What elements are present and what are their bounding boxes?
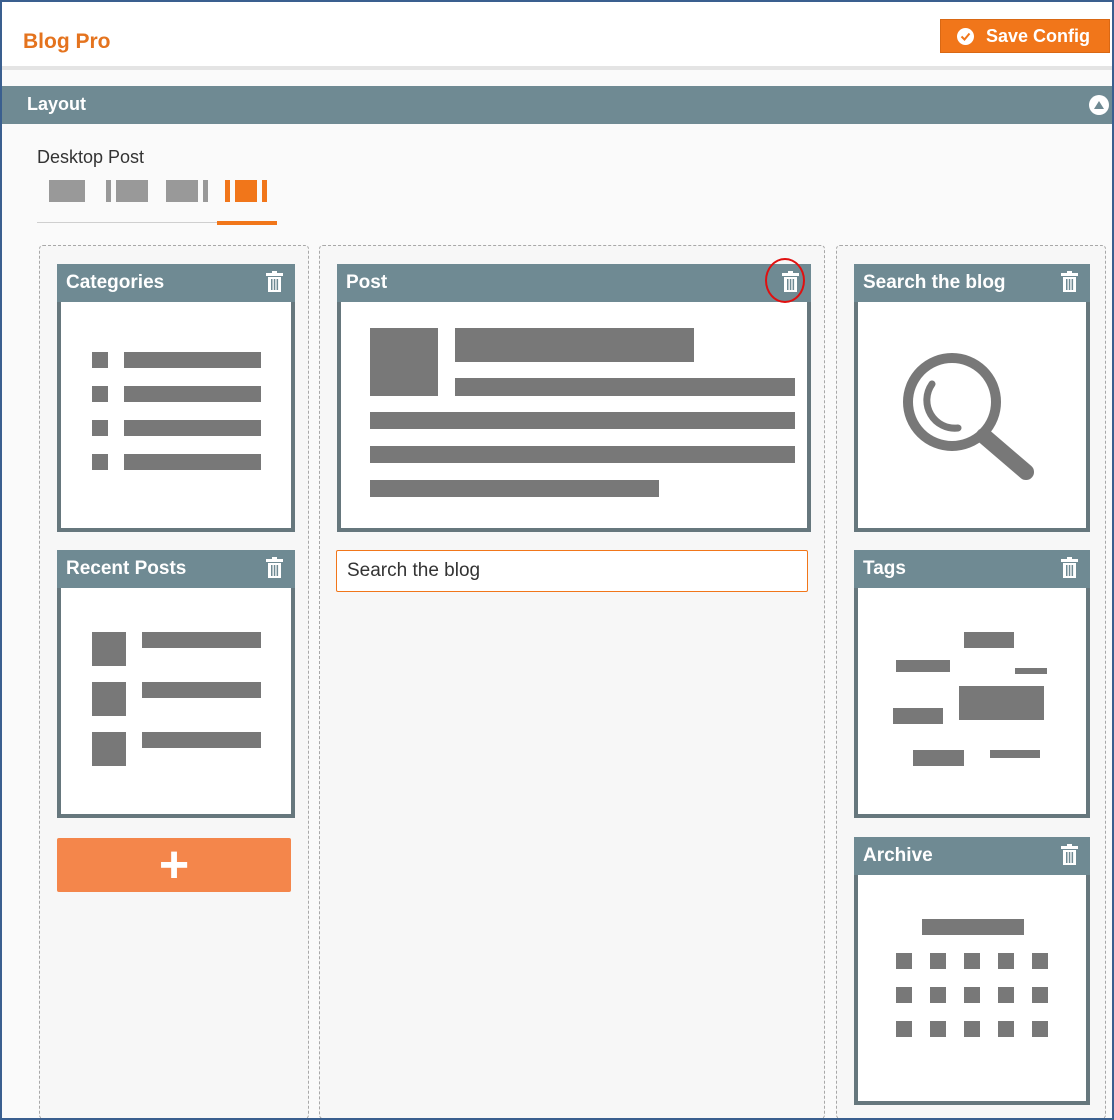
trash-icon[interactable]: [1061, 557, 1078, 585]
widget-title: Archive: [863, 845, 933, 866]
desktop-post-label: Desktop Post: [37, 147, 145, 167]
selected-option-indicator: [217, 221, 277, 225]
layout-option-left-sidebar[interactable]: [106, 180, 148, 202]
collapse-icon[interactable]: [1089, 95, 1109, 115]
trash-icon[interactable]: [266, 557, 283, 585]
widget-header[interactable]: Tags: [854, 550, 1090, 588]
highlight-circle: [765, 258, 805, 303]
check-icon: [957, 27, 974, 45]
widget-header[interactable]: Recent Posts: [57, 550, 295, 588]
tags-widget[interactable]: Tags: [854, 550, 1090, 818]
search-preview: [858, 302, 1086, 528]
trash-icon[interactable]: [1061, 844, 1078, 872]
widget-header[interactable]: Categories: [57, 264, 295, 302]
tags-preview: [858, 588, 1086, 814]
save-config-button[interactable]: Save Config: [940, 19, 1110, 53]
post-widget[interactable]: Post: [337, 264, 811, 532]
widget-title: Post: [346, 272, 388, 293]
recent-posts-preview: [61, 588, 291, 814]
categories-widget[interactable]: Categories: [57, 264, 295, 532]
search-widget[interactable]: Search the blog: [854, 264, 1090, 532]
layout-option-full-width[interactable]: [49, 180, 85, 202]
archive-preview: [858, 875, 1086, 1101]
post-preview: [341, 302, 807, 528]
magnifier-icon: [903, 353, 1034, 480]
top-bar: Blog Pro Save Config: [2, 2, 1112, 70]
widget-title: Search the blog: [863, 272, 1006, 293]
page-title: Blog Pro: [23, 30, 111, 53]
widget-title: Tags: [863, 558, 906, 579]
search-input[interactable]: [336, 550, 808, 592]
widget-header[interactable]: Search the blog: [854, 264, 1090, 302]
widget-header[interactable]: Archive: [854, 837, 1090, 875]
layout-option-right-sidebar[interactable]: [166, 180, 208, 202]
section-title: Layout: [27, 94, 87, 114]
save-config-label: Save Config: [986, 25, 1091, 46]
recent-posts-widget[interactable]: Recent Posts: [57, 550, 295, 818]
trash-icon[interactable]: [1061, 271, 1078, 299]
widget-title: Categories: [66, 272, 165, 293]
widget-header[interactable]: Post: [337, 264, 811, 302]
categories-preview: [61, 302, 291, 528]
trash-icon[interactable]: [266, 271, 283, 299]
add-widget-button[interactable]: +: [57, 838, 291, 892]
layout-option-three-columns[interactable]: [225, 180, 267, 202]
archive-widget[interactable]: Archive: [854, 837, 1090, 1105]
layout-section-header[interactable]: Layout: [2, 86, 1112, 124]
widget-title: Recent Posts: [66, 558, 187, 579]
config-panel: Blog Pro Save Config Layout Desktop Post: [0, 0, 1114, 1120]
layout-picker: [37, 174, 277, 226]
